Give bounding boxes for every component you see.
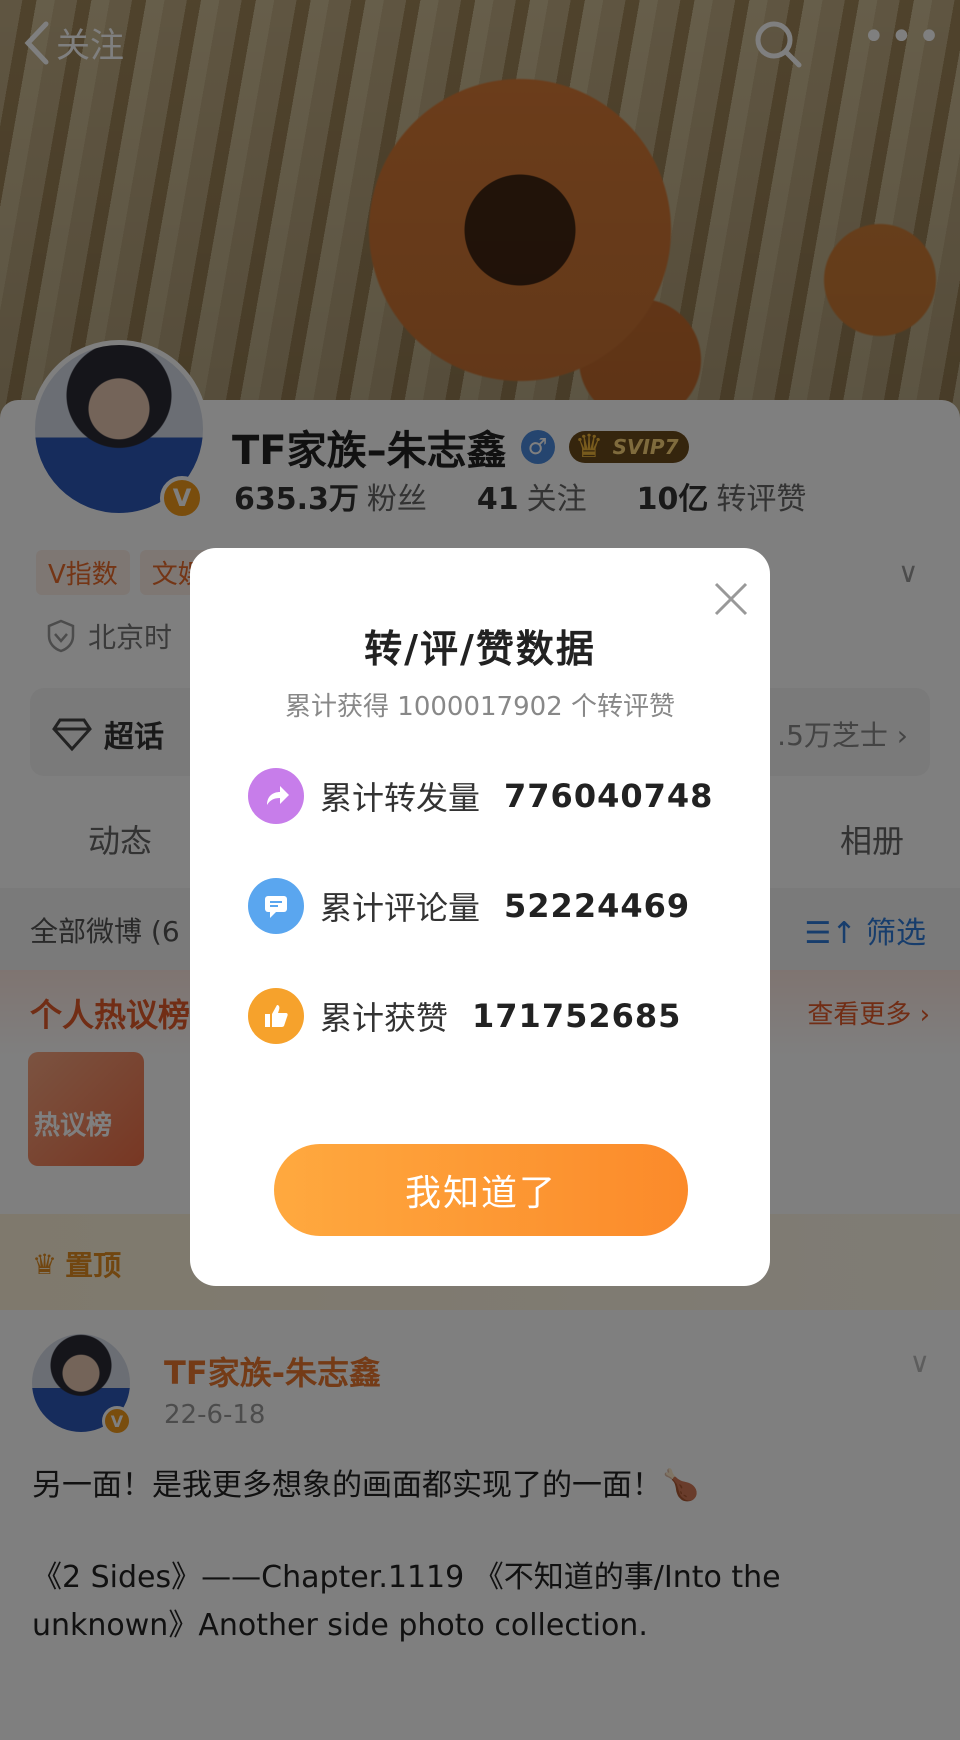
comment-label: 累计评论量: [320, 889, 481, 927]
comment-value: 52224469: [504, 887, 691, 925]
dialog-subtitle: 累计获得 1000017902 个转评赞: [285, 692, 675, 722]
dialog-title: 转/评/赞数据: [364, 627, 596, 671]
repost-row: 累计转发量 776040748: [248, 768, 713, 824]
repost-label: 累计转发量: [320, 779, 481, 817]
thumbs-up-icon: [248, 988, 304, 1044]
interaction-stats-dialog: 转/评/赞数据 累计获得 1000017902 个转评赞 累计转发量 77604…: [190, 548, 770, 1286]
like-value: 171752685: [472, 997, 682, 1035]
share-icon: [248, 768, 304, 824]
profile-page: 关注 ••• V TF家族–朱志鑫 ♂ SVIP7 635.3万粉丝 41关注 …: [0, 0, 960, 1740]
comment-icon: [248, 878, 304, 934]
close-icon[interactable]: [710, 578, 752, 620]
confirm-button[interactable]: 我知道了: [274, 1144, 688, 1236]
like-row: 累计获赞 171752685: [248, 988, 681, 1044]
comment-row: 累计评论量 52224469: [248, 878, 690, 934]
like-label: 累计获赞: [320, 999, 449, 1037]
repost-value: 776040748: [504, 777, 714, 815]
